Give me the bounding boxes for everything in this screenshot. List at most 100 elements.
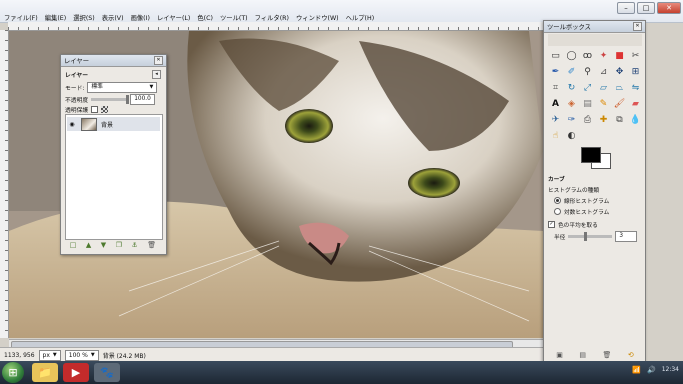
duplicate-layer-icon[interactable]: ❐ — [116, 241, 122, 249]
eraser-icon[interactable]: ▰ — [628, 97, 643, 112]
select-by-color-icon[interactable]: ■ — [612, 49, 627, 64]
radius-spinner[interactable]: 3 — [615, 231, 638, 242]
heal-icon[interactable]: ✚ — [596, 113, 611, 128]
flip-icon[interactable]: ⇋ — [628, 81, 643, 96]
perspective-icon[interactable]: ⏢ — [612, 81, 627, 96]
measure-icon[interactable]: ⊿ — [596, 65, 611, 80]
fuzzy-select-icon[interactable]: ✦ — [596, 49, 611, 64]
mode-select[interactable]: 標準 ▼ — [87, 82, 158, 93]
menu-windows[interactable]: ウィンドウ(W) — [296, 13, 339, 22]
checkbox-icon[interactable]: ✓ — [548, 221, 555, 228]
blend-icon[interactable]: ▤ — [580, 97, 595, 112]
wilber-drop-area — [548, 34, 642, 46]
foreground-color-swatch[interactable] — [581, 147, 601, 163]
sample-average-option[interactable]: ✓ 色の平均を取る — [548, 220, 642, 229]
text-icon[interactable]: A — [548, 97, 563, 112]
anchor-layer-icon[interactable]: ⚓ — [132, 241, 138, 249]
menu-filters[interactable]: フィルタ(R) — [255, 13, 289, 22]
menu-file[interactable]: ファイル(F) — [4, 13, 38, 22]
reset-options-icon[interactable]: ⟲ — [628, 351, 634, 359]
chevron-down-icon: ▼ — [90, 351, 95, 358]
zoom-select[interactable]: 100 % ▼ — [64, 349, 99, 361]
shear-icon[interactable]: ▱ — [596, 81, 611, 96]
clock[interactable]: 12:34 — [662, 366, 679, 374]
layer-thumbnail — [81, 117, 97, 131]
close-button[interactable]: ✕ — [657, 2, 681, 14]
layers-header: レイヤー — [65, 73, 89, 79]
ink-icon[interactable]: ✑ — [564, 113, 579, 128]
lower-layer-icon[interactable]: ▼ — [101, 241, 106, 249]
scale-icon[interactable]: ⤢ — [580, 81, 595, 96]
opacity-label: 不透明度 — [65, 98, 89, 104]
close-icon[interactable]: ✕ — [633, 22, 642, 31]
free-select-icon[interactable]: ꝏ — [580, 49, 595, 64]
window-controls: – □ ✕ — [617, 2, 681, 14]
menu-tools[interactable]: ツール(T) — [220, 13, 248, 22]
maximize-button[interactable]: □ — [637, 2, 655, 14]
lock-alpha-checkbox[interactable] — [91, 106, 99, 113]
delete-layer-icon[interactable]: 🗑 — [147, 241, 156, 249]
eye-icon[interactable]: ◉ — [67, 121, 77, 128]
layers-titlebar[interactable]: レイヤー ✕ — [61, 55, 166, 67]
rotate-icon[interactable]: ↻ — [564, 81, 579, 96]
restore-options-icon[interactable]: ▤ — [579, 351, 586, 359]
save-options-icon[interactable]: ▣ — [556, 351, 563, 359]
crop-icon[interactable]: ⌗ — [548, 81, 563, 96]
toolbox-dialog: ツールボックス ✕ ▭ ◯ ꝏ ✦ ■ ✂ ✒ ✐ ⚲ ⊿ ✥ ⊞ ⌗ ↻ ⤢ … — [543, 20, 646, 363]
airbrush-icon[interactable]: ✈ — [548, 113, 563, 128]
raise-layer-icon[interactable]: ▲ — [86, 241, 91, 249]
network-icon[interactable]: 📶 — [632, 366, 641, 374]
perspective-clone-icon[interactable]: ⧉ — [612, 113, 627, 128]
pencil-icon[interactable]: ✎ — [596, 97, 611, 112]
menu-view[interactable]: 表示(V) — [102, 13, 124, 22]
system-tray: 📶 🔊 12:34 — [632, 366, 679, 374]
new-layer-icon[interactable]: □ — [70, 241, 77, 249]
layer-row[interactable]: ◉ 背景 — [67, 117, 160, 131]
unit-select[interactable]: px ▼ — [38, 349, 61, 361]
color-picker-icon[interactable]: ✐ — [564, 65, 579, 80]
radius-slider[interactable] — [568, 232, 613, 241]
paths-icon[interactable]: ✒ — [548, 65, 563, 80]
menu-colors[interactable]: 色(C) — [197, 13, 213, 22]
blur-icon[interactable]: 💧 — [628, 113, 643, 128]
dodge-burn-icon[interactable]: ◐ — [564, 129, 579, 144]
volume-icon[interactable]: 🔊 — [647, 366, 656, 374]
layers-title: レイヤー — [64, 58, 89, 65]
mode-label: モード: — [65, 86, 85, 92]
menu-layer[interactable]: レイヤー(L) — [157, 13, 190, 22]
status-info: 背景 (24.2 MB) — [102, 352, 146, 360]
radio-icon[interactable] — [554, 208, 561, 215]
menu-image[interactable]: 画像(I) — [131, 13, 150, 22]
bucket-fill-icon[interactable]: ◈ — [564, 97, 579, 112]
menu-select[interactable]: 選択(S) — [73, 13, 95, 22]
tab-menu-icon[interactable]: ◂ — [152, 70, 161, 79]
close-icon[interactable]: ✕ — [154, 56, 163, 65]
ellipse-select-icon[interactable]: ◯ — [564, 49, 579, 64]
layers-dialog: レイヤー ✕ レイヤー ◂ モード: 標準 ▼ 不透明度 100.0 透明保護 ◉… — [60, 54, 167, 255]
rect-select-icon[interactable]: ▭ — [548, 49, 563, 64]
delete-options-icon[interactable]: 🗑 — [602, 351, 611, 359]
linear-histogram-option[interactable]: 線形ヒストグラム — [548, 196, 642, 205]
move-icon[interactable]: ✥ — [612, 65, 627, 80]
media-player-icon[interactable]: ▶ — [63, 363, 89, 382]
log-histogram-option[interactable]: 対数ヒストグラム — [548, 207, 642, 216]
menu-edit[interactable]: 編集(E) — [45, 13, 67, 22]
paintbrush-icon[interactable]: 🖌 — [612, 97, 627, 112]
layer-name[interactable]: 背景 — [101, 120, 113, 129]
horizontal-ruler[interactable] — [8, 22, 546, 31]
minimize-button[interactable]: – — [617, 2, 635, 14]
opacity-slider[interactable] — [91, 95, 130, 104]
zoom-icon[interactable]: ⚲ — [580, 65, 595, 80]
radio-icon[interactable] — [554, 197, 561, 204]
gimp-icon[interactable]: 🐾 — [94, 363, 120, 382]
clone-icon[interactable]: ⎙ — [580, 113, 595, 128]
vertical-ruler[interactable] — [0, 30, 9, 338]
explorer-icon[interactable]: 📁 — [32, 363, 58, 382]
opacity-spinner[interactable]: 100.0 — [130, 94, 155, 105]
smudge-icon[interactable]: ☝ — [548, 129, 563, 144]
align-icon[interactable]: ⊞ — [628, 65, 643, 80]
start-button[interactable]: ⊞ — [2, 362, 24, 383]
menu-help[interactable]: ヘルプ(H) — [346, 13, 375, 22]
scissors-icon[interactable]: ✂ — [628, 49, 643, 64]
toolbox-titlebar[interactable]: ツールボックス ✕ — [544, 21, 645, 33]
